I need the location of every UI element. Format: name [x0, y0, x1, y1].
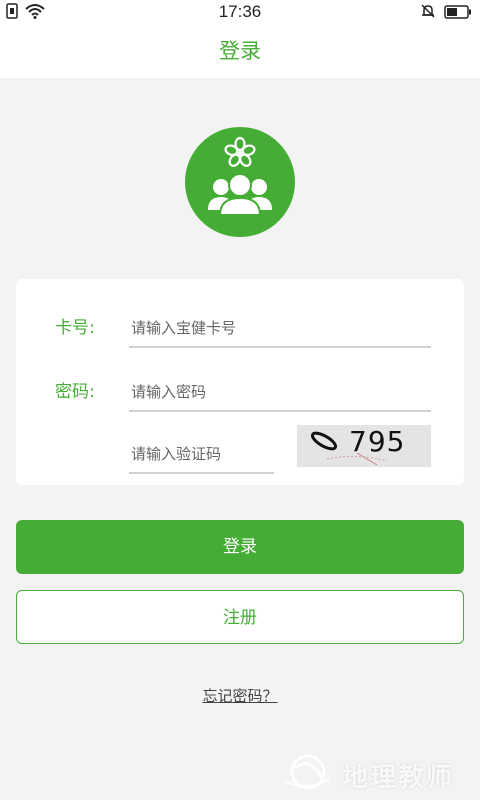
watermark: 地理教师	[282, 752, 454, 799]
page-title: 登录	[0, 24, 480, 78]
watermark-text: 地理教师	[342, 763, 455, 793]
mute-bell-icon	[420, 3, 436, 23]
user-group-with-flower-icon	[208, 136, 272, 216]
captcha-text: 795	[349, 425, 406, 458]
password-label: 密码:	[55, 382, 95, 402]
status-right	[420, 3, 472, 23]
watermark-logo-icon	[282, 752, 334, 799]
captcha-input[interactable]	[129, 436, 274, 474]
login-button[interactable]: 登录	[16, 520, 464, 574]
battery-icon	[444, 4, 472, 23]
forgot-password-link[interactable]: 忘记密码？	[0, 685, 480, 706]
register-button[interactable]: 注册	[16, 590, 464, 644]
card-number-label: 卡号:	[55, 318, 95, 338]
password-input[interactable]	[129, 374, 431, 412]
app-logo	[185, 127, 295, 237]
status-time: 17:36	[218, 2, 262, 21]
card-number-input[interactable]	[129, 310, 431, 348]
captcha-image[interactable]: 795	[297, 425, 431, 467]
status-bar: 17:36	[0, 0, 480, 24]
